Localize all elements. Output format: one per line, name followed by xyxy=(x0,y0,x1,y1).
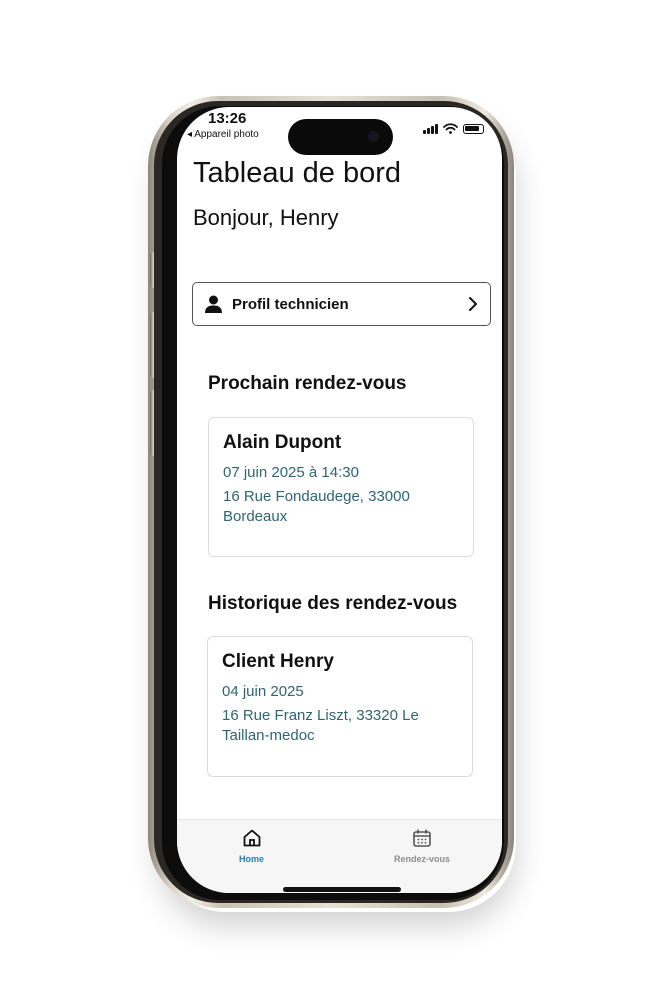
front-camera xyxy=(368,131,379,142)
tab-bar: Home Rendez-vous xyxy=(177,819,502,893)
chevron-right-icon xyxy=(469,297,477,311)
next-appointment-title: Prochain rendez-vous xyxy=(208,373,407,394)
card-client-name: Client Henry xyxy=(222,651,334,672)
dynamic-island xyxy=(288,119,393,155)
next-appointment-card[interactable]: Alain Dupont 07 juin 2025 à 14:30 16 Rue… xyxy=(208,417,474,557)
wifi-icon xyxy=(443,123,458,134)
history-title: Historique des rendez-vous xyxy=(208,593,458,614)
card-date: 04 juin 2025 xyxy=(222,683,304,700)
tab-home-label: Home xyxy=(239,854,265,864)
tab-rendez-vous-label: Rendez-vous xyxy=(394,854,451,864)
tab-rendez-vous[interactable]: Rendez-vous xyxy=(394,828,450,864)
tab-home[interactable]: Home xyxy=(239,828,264,864)
home-icon xyxy=(243,829,260,847)
cellular-signal-icon xyxy=(423,124,438,134)
page-title: Tableau de bord xyxy=(193,157,401,189)
card-datetime: 07 juin 2025 à 14:30 xyxy=(223,464,359,481)
back-to-app-link[interactable]: ◂ Appareil photo xyxy=(187,129,259,140)
status-time: 13:26 xyxy=(208,110,247,127)
greeting-text: Bonjour, Henry xyxy=(193,205,339,230)
calendar-icon xyxy=(413,829,431,847)
profile-button-label: Profil technicien xyxy=(232,295,349,313)
status-icons xyxy=(423,123,484,134)
phone-screen: 13:26 ◂ Appareil photo Tableau de bord B… xyxy=(177,107,502,893)
profile-technician-button[interactable]: Profil technicien xyxy=(192,282,491,326)
home-indicator[interactable] xyxy=(283,887,401,892)
card-client-name: Alain Dupont xyxy=(223,432,342,453)
battery-icon xyxy=(463,124,484,134)
card-address: 16 Rue Fondaudege, 33000 Bordeaux xyxy=(223,488,410,525)
history-appointment-card[interactable]: Client Henry 04 juin 2025 16 Rue Franz L… xyxy=(207,636,473,777)
card-address: 16 Rue Franz Liszt, 33320 Le Taillan-med… xyxy=(222,707,419,744)
person-icon xyxy=(205,295,222,313)
